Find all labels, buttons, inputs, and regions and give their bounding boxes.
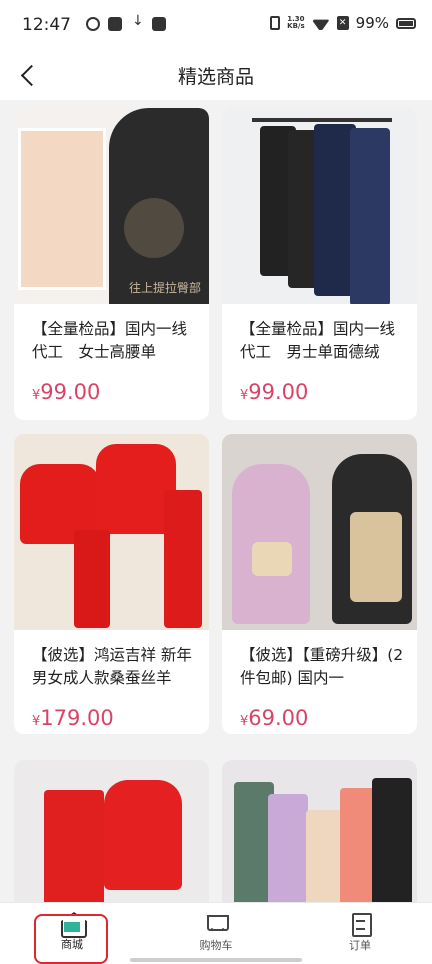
active-tab-highlight [34,914,108,964]
product-card[interactable]: 【彼选】鸿运吉祥 新年男女成人款桑蚕丝羊 ¥179.00 [14,434,209,734]
vibrate-icon [270,16,281,30]
status-notification-icons [86,13,166,31]
no-sim-icon: ✕ [336,16,349,30]
network-speed-unit: KB/s [287,22,305,30]
product-image [14,760,209,902]
price-value: 99.00 [248,380,309,404]
product-card[interactable] [14,760,209,902]
tab-label: 订单 [349,939,371,952]
price-value: 99.00 [40,380,101,404]
price-value: 69.00 [248,706,309,730]
cart-icon [203,911,229,936]
product-grid: 往上提拉臀部 【全量检品】国内一线代工 女士高腰单 ¥99.00 【全量检品】国… [0,100,432,902]
product-price: ¥179.00 [14,692,209,730]
message-icon [152,17,166,31]
gesture-bar[interactable] [130,958,302,962]
product-card[interactable]: 【彼选】【重磅升级】(2件包邮) 国内一 ¥69.00 [222,434,417,734]
product-name: 【全量检品】国内一线代工 女士高腰单 [32,320,188,361]
tab-cart[interactable]: 购物车 [144,903,288,964]
order-icon [347,911,373,937]
product-price: ¥99.00 [222,366,417,404]
product-price: ¥99.00 [14,366,209,404]
price-value: 179.00 [40,706,114,730]
product-image: 往上提拉臀部 [14,108,209,304]
status-bar: 12:47 1.30 KB/s ✕ 99% [0,0,432,50]
play-store-icon [108,17,122,31]
product-name: 【全量检品】国内一线代工 男士单面德绒 [240,320,396,361]
product-image [222,434,417,630]
product-image [14,434,209,630]
status-system-icons: 1.30 KB/s ✕ 99% [270,14,416,32]
page-title: 精选商品 [177,66,254,88]
product-name: 【彼选】鸿运吉祥 新年男女成人款桑蚕丝羊 [32,646,192,687]
download-icon [130,13,144,31]
image-caption: 往上提拉臀部 [128,281,201,295]
product-name: 【彼选】【重磅升级】(2件包邮) 国内一 [240,646,404,687]
status-time: 12:47 [22,15,71,35]
product-price: ¥69.00 [222,692,417,730]
page-header: 精选商品 [0,50,432,100]
product-image [222,108,417,304]
sync-icon [86,17,100,31]
product-image [222,760,417,902]
network-speed: 1.30 KB/s [287,16,304,30]
battery-icon [396,17,416,29]
product-card[interactable]: 【全量检品】国内一线代工 男士单面德绒 ¥99.00 [222,108,417,420]
product-card[interactable] [222,760,417,902]
battery-percent: 99% [355,14,389,32]
tab-label: 购物车 [199,939,233,952]
wifi-icon [312,16,330,30]
tab-orders[interactable]: 订单 [288,903,432,964]
product-card[interactable]: 往上提拉臀部 【全量检品】国内一线代工 女士高腰单 ¥99.00 [14,108,209,420]
